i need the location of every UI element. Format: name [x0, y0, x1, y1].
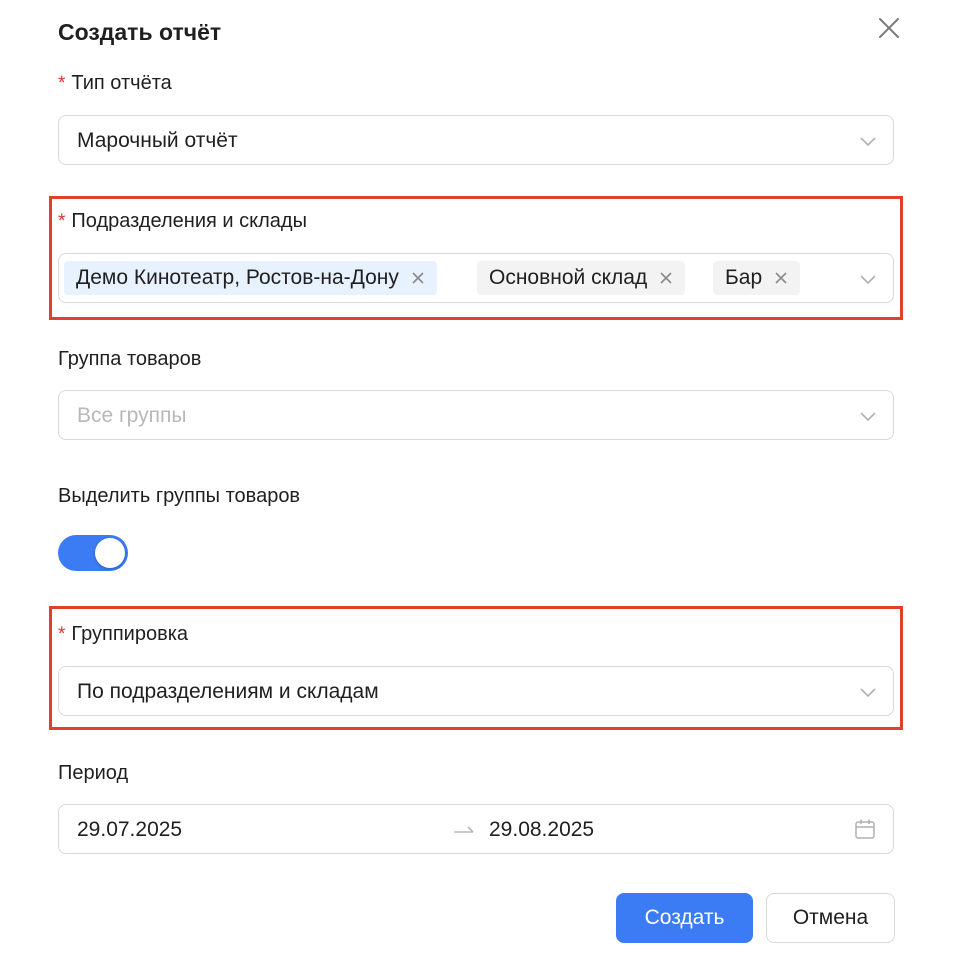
highlight-groups-toggle[interactable] [58, 535, 128, 571]
toggle-knob [95, 538, 125, 568]
divisions-select[interactable]: Демо Кинотеатр, Ростов-на-Дону Основной … [58, 253, 894, 303]
period-end-input[interactable]: 29.08.2025 [489, 818, 594, 842]
division-tag-label: Основной склад [489, 266, 648, 289]
grouping-label: * Группировка [58, 623, 188, 646]
report-type-value: Марочный отчёт [77, 129, 238, 152]
division-tag: Демо Кинотеатр, Ростов-на-Дону [64, 261, 437, 295]
product-group-label: Группа товаров [58, 348, 202, 370]
chevron-down-icon [859, 407, 877, 425]
division-tag: Основной склад [477, 261, 686, 295]
division-tag-label: Бар [725, 266, 763, 289]
create-report-dialog: Создать отчёт * Тип отчёта Марочный отчёт… [0, 0, 969, 974]
grouping-label-text: Группировка [71, 623, 189, 645]
dialog-title: Создать отчёт [58, 19, 222, 45]
required-mark: * [58, 73, 66, 94]
calendar-icon[interactable] [854, 818, 876, 840]
division-tag: Бар [713, 261, 801, 295]
tag-remove-icon[interactable] [411, 271, 425, 285]
arrow-right-icon [453, 821, 475, 839]
chevron-down-icon [859, 270, 877, 288]
product-group-placeholder: Все группы [77, 404, 187, 427]
highlight-groups-label: Выделить группы товаров [58, 485, 301, 507]
grouping-value: По подразделениям и складам [77, 680, 379, 703]
report-type-label: * Тип отчёта [58, 72, 172, 95]
chevron-down-icon [859, 132, 877, 150]
period-label: Период [58, 762, 129, 784]
product-group-select[interactable]: Все группы [58, 390, 894, 440]
tag-remove-icon[interactable] [774, 271, 788, 285]
cancel-button[interactable]: Отмена [766, 893, 895, 943]
required-mark: * [58, 211, 66, 232]
period-range-picker[interactable]: 29.07.2025 29.08.2025 [58, 804, 894, 854]
chevron-down-icon [859, 683, 877, 701]
report-type-label-text: Тип отчёта [71, 72, 172, 94]
create-button[interactable]: Создать [616, 893, 753, 943]
division-tag-label: Демо Кинотеатр, Ростов-на-Дону [76, 266, 399, 289]
report-type-select[interactable]: Марочный отчёт [58, 115, 894, 165]
period-start-input[interactable]: 29.07.2025 [77, 818, 182, 842]
close-icon[interactable] [876, 15, 902, 41]
required-mark: * [58, 624, 66, 645]
grouping-select[interactable]: По подразделениям и складам [58, 666, 894, 716]
divisions-label-text: Подразделения и склады [71, 210, 307, 232]
tag-remove-icon[interactable] [659, 271, 673, 285]
divisions-label: * Подразделения и склады [58, 210, 307, 233]
